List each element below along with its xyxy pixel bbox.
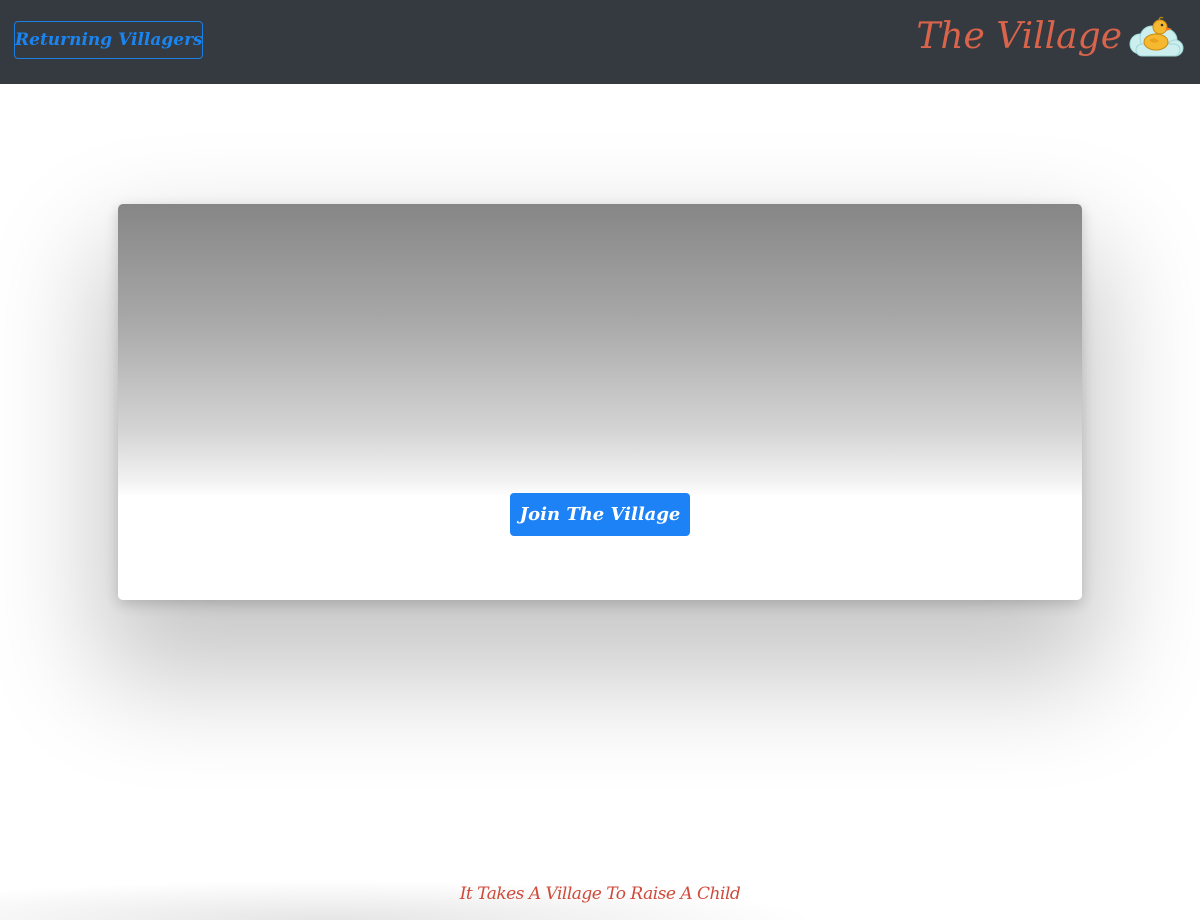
hero-card: Join The Village	[118, 204, 1082, 600]
brand-name: The Village	[916, 15, 1122, 57]
top-navbar: Returning Villagers The Village	[0, 0, 1200, 84]
footer-tagline: It Takes A Village To Raise A Child	[459, 884, 741, 904]
join-the-village-button[interactable]: Join The Village	[510, 493, 690, 536]
returning-villagers-button[interactable]: Returning Villagers	[14, 21, 203, 59]
rubber-duck-cloud-icon	[1129, 16, 1184, 57]
brand-logo-link[interactable]: The Village	[916, 8, 1184, 64]
